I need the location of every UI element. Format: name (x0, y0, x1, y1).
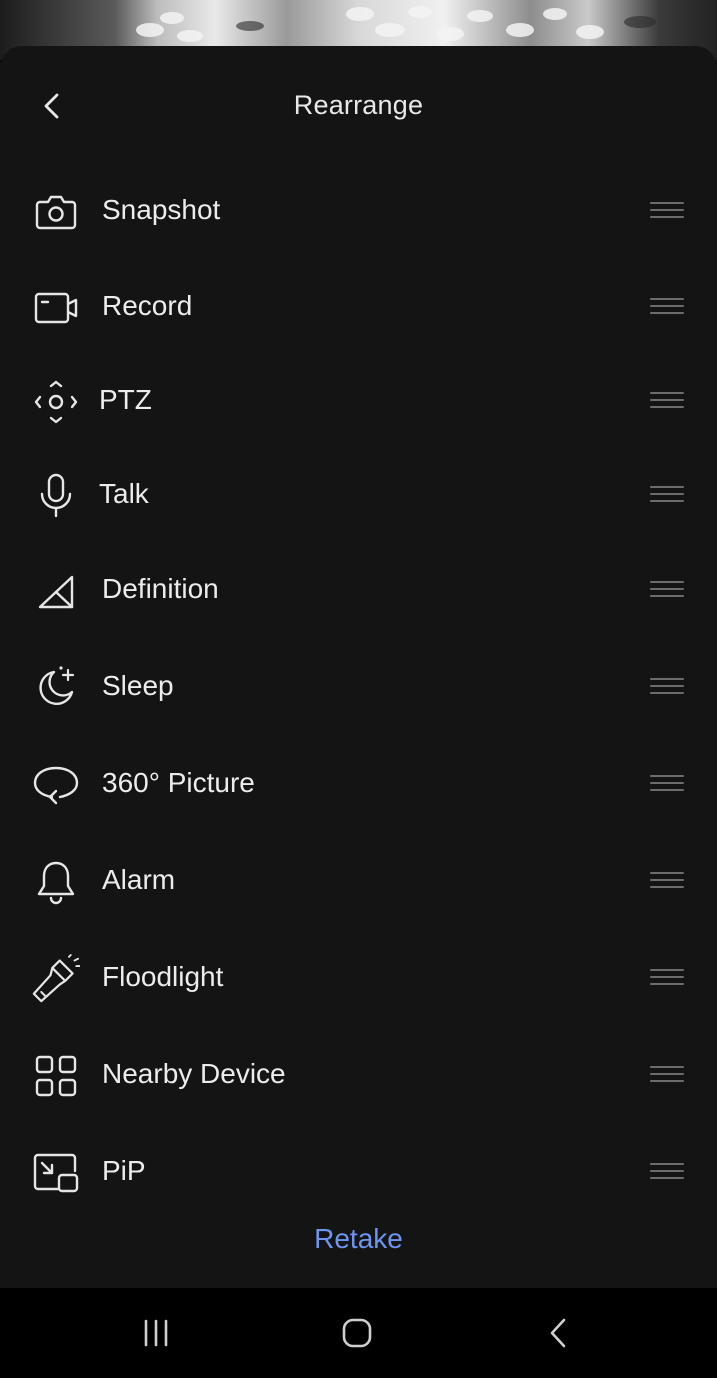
list-item-label: Alarm (102, 864, 176, 895)
list-item-alarm[interactable]: Alarm (0, 834, 717, 930)
grid-icon (32, 1052, 80, 1100)
list-item-label: Record (102, 290, 193, 321)
recent-apps-icon (144, 1319, 168, 1347)
list-item-record[interactable]: Record (0, 260, 717, 356)
recent-apps-button[interactable] (126, 1310, 186, 1356)
list-item-label: PTZ (99, 384, 152, 415)
list-item-label: Floodlight (102, 961, 224, 992)
system-navigation-bar (0, 1288, 717, 1378)
list-item-label: Nearby Device (102, 1058, 286, 1089)
list-item-label: Sleep (102, 670, 174, 701)
home-icon (342, 1318, 372, 1348)
drag-handle-icon[interactable] (650, 775, 684, 797)
back-icon (550, 1318, 566, 1348)
back-nav-button[interactable] (528, 1310, 588, 1356)
drag-handle-icon[interactable] (650, 486, 684, 508)
list-item-snapshot[interactable]: Snapshot (0, 164, 717, 260)
definition-icon (32, 567, 80, 615)
list-item-label: Talk (99, 478, 149, 509)
drag-handle-icon[interactable] (650, 969, 684, 991)
list-item-floodlight[interactable]: Floodlight (0, 931, 717, 1027)
bell-icon (32, 858, 80, 906)
drag-handle-icon[interactable] (650, 1163, 684, 1185)
drag-handle-icon[interactable] (650, 678, 684, 700)
video-camera-icon (32, 284, 80, 332)
header: Rearrange (0, 46, 717, 168)
microphone-icon (32, 472, 80, 520)
list-item-label: 360° Picture (102, 767, 255, 798)
retake-button[interactable]: Retake (0, 1223, 717, 1255)
flashlight-icon (32, 954, 80, 1003)
rotate-360-icon (32, 761, 80, 809)
drag-handle-icon[interactable] (650, 298, 684, 320)
ptz-icon (32, 378, 80, 426)
list-item-talk[interactable]: Talk (0, 448, 717, 544)
list-item-sleep[interactable]: Sleep (0, 640, 717, 736)
list-item-ptz[interactable]: PTZ (0, 354, 717, 450)
list-item-label: Snapshot (102, 194, 221, 225)
drag-handle-icon[interactable] (650, 392, 684, 414)
list-item-label: PiP (102, 1155, 146, 1186)
home-button[interactable] (327, 1310, 387, 1356)
list-item-nearby-device[interactable]: Nearby Device (0, 1028, 717, 1124)
rearrange-sheet: Rearrange Snapshot Record PTZ Talk Defin… (0, 46, 717, 1288)
camera-icon (32, 188, 80, 236)
drag-handle-icon[interactable] (650, 581, 684, 603)
page-title: Rearrange (293, 90, 424, 120)
list-item-label: Definition (102, 573, 219, 604)
list-item-360-picture[interactable]: 360° Picture (0, 737, 717, 833)
drag-handle-icon[interactable] (650, 202, 684, 224)
list-item-pip[interactable]: PiP (0, 1125, 717, 1221)
drag-handle-icon[interactable] (650, 872, 684, 894)
picture-in-picture-icon (32, 1149, 80, 1197)
drag-handle-icon[interactable] (650, 1066, 684, 1088)
list-item-definition[interactable]: Definition (0, 543, 717, 639)
moon-star-icon (32, 664, 80, 712)
